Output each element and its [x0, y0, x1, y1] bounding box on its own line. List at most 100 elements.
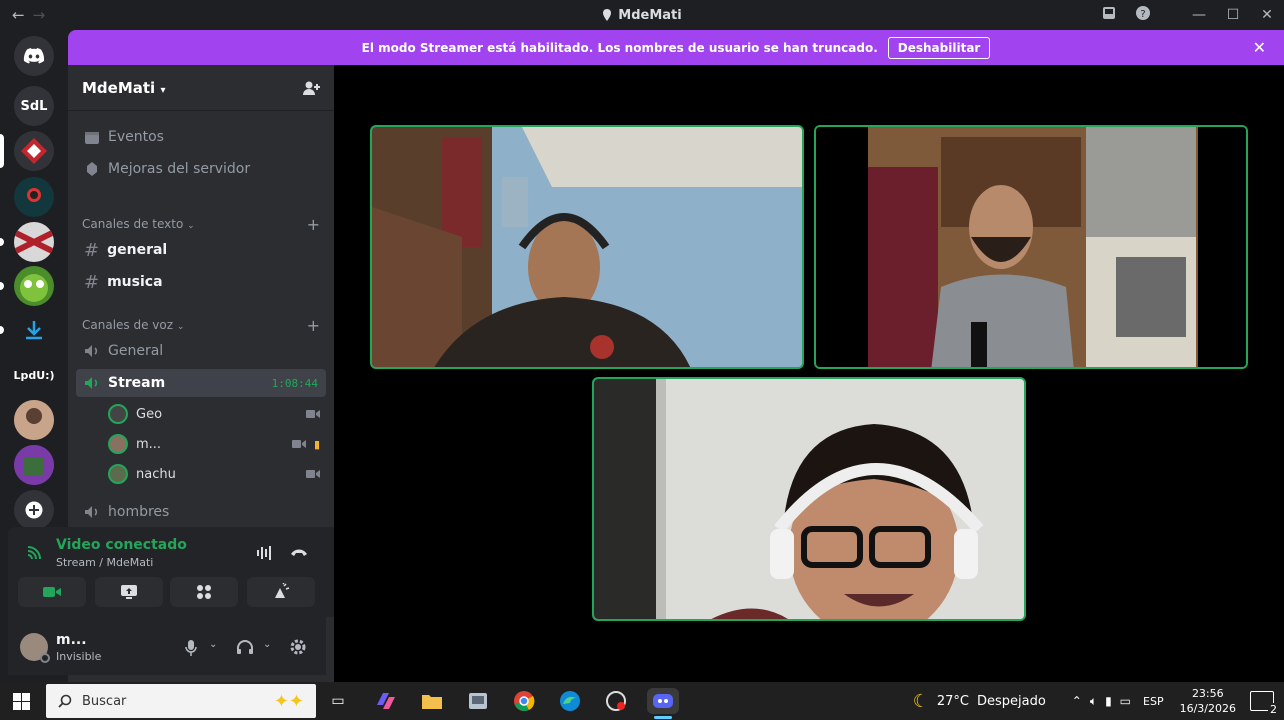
window-title: MdeMati [618, 7, 682, 23]
voice-user[interactable]: m... ▮ [108, 432, 320, 456]
soundboard-icon [275, 583, 290, 598]
invite-icon[interactable] [302, 80, 320, 96]
add-server-icon[interactable] [14, 490, 54, 530]
clock-date: 16/3/2026 [1179, 702, 1236, 715]
guild-sdl[interactable]: SdL [14, 86, 54, 126]
download-icon[interactable] [14, 310, 54, 350]
noise-suppression-icon[interactable] [256, 545, 274, 561]
events-item[interactable]: Eventos [76, 123, 326, 151]
close-window-icon[interactable]: ✕ [1250, 7, 1284, 23]
notification-icon[interactable]: 2 [1250, 691, 1279, 716]
disable-streamer-button[interactable]: Deshabilitar [887, 36, 991, 59]
volume-icon[interactable]: 🔈︎ [1090, 694, 1097, 709]
share-screen-button[interactable] [95, 577, 163, 607]
voice-user[interactable]: nachu [108, 462, 320, 486]
text-category[interactable]: Canales de texto ⌄ + [82, 215, 320, 234]
hash-icon: # [84, 239, 100, 261]
close-icon[interactable]: ✕ [1253, 38, 1266, 57]
edge-icon[interactable] [556, 688, 584, 714]
user-status: Invisible [56, 650, 102, 663]
channel-label: general [107, 242, 168, 258]
channel-general-text[interactable]: # general [76, 236, 326, 264]
weather-temp[interactable]: 27°C [937, 694, 969, 709]
chevron-down-icon: ▾ [160, 84, 166, 96]
voice-category-label: Canales de voz [82, 318, 174, 332]
sparkle-icon: ✦✦ [273, 690, 304, 712]
voice-channel-general[interactable]: General [76, 337, 326, 365]
task-view-icon[interactable]: ▭ [324, 688, 352, 714]
language-indicator[interactable]: ESP [1143, 695, 1164, 708]
text-category-label: Canales de texto [82, 217, 184, 231]
guild-lpdu[interactable]: LpdU:) [14, 355, 54, 395]
server-name: MdeMati [82, 78, 156, 97]
server-header[interactable]: MdeMati ▾ [68, 65, 334, 111]
popcorn-icon: ▮ [313, 437, 320, 451]
events-label: Eventos [108, 129, 164, 145]
user-name[interactable]: m... [56, 632, 87, 648]
voice-user[interactable]: Geo [108, 402, 320, 426]
app-icon[interactable] [464, 688, 492, 714]
voice-channel-label: General [108, 343, 164, 359]
weather-desc[interactable]: Despejado [977, 694, 1046, 709]
video-tile[interactable] [370, 125, 804, 369]
video-feed [816, 127, 1246, 367]
add-channel-icon[interactable]: + [307, 215, 320, 234]
guild-icon-2[interactable] [14, 177, 54, 217]
clock[interactable]: 23:56 16/3/2026 [1180, 686, 1236, 716]
avatar [108, 434, 128, 454]
svg-text:?: ? [1140, 9, 1145, 20]
mic-icon[interactable]: ▮ [1105, 694, 1112, 708]
guild-icon-6[interactable] [14, 445, 54, 485]
active-app-indicator [654, 716, 672, 719]
speaker-icon [85, 506, 98, 518]
taskbar-search[interactable]: Buscar ✦✦ [46, 684, 316, 718]
help-icon[interactable]: ? [1126, 5, 1160, 25]
discord-app: ← → MdeMati ? — ☐ ✕ SdL LpdU:) El modo S… [0, 0, 1284, 720]
video-tile[interactable] [592, 377, 1026, 621]
copilot-icon[interactable] [372, 688, 400, 714]
chevron-up-icon[interactable]: ⌃ [1072, 694, 1082, 708]
title-bar: ← → MdeMati ? — ☐ ✕ [0, 0, 1284, 30]
microphone-icon[interactable] [184, 639, 198, 657]
voice-channel-path[interactable]: Stream / MdeMati [56, 556, 153, 569]
maximize-icon[interactable]: ☐ [1216, 7, 1250, 23]
video-feed [594, 379, 1024, 619]
chevron-down-icon[interactable]: ⌄ [263, 639, 271, 650]
voice-status[interactable]: Video conectado [56, 537, 187, 553]
guild-icon-3[interactable] [14, 222, 54, 262]
file-explorer-icon[interactable] [418, 688, 446, 714]
guild-icon-5[interactable] [14, 400, 54, 440]
video-tile[interactable] [814, 125, 1248, 369]
back-button[interactable]: ← [12, 6, 25, 24]
moon-icon: ☾ [912, 690, 929, 712]
voice-category[interactable]: Canales de voz ⌄ + [82, 316, 320, 335]
disconnect-icon[interactable] [290, 547, 308, 557]
channel-musica-text[interactable]: # musica [76, 268, 326, 296]
guild-icon-4[interactable] [14, 266, 54, 306]
add-channel-icon[interactable]: + [307, 316, 320, 335]
server-boost-item[interactable]: Mejoras del servidor [76, 155, 326, 183]
chrome-icon[interactable] [510, 688, 538, 714]
soundboard-button[interactable] [247, 577, 315, 607]
forward-button[interactable]: → [33, 6, 46, 24]
minimize-icon[interactable]: — [1182, 7, 1216, 23]
chevron-down-icon[interactable]: ⌄ [209, 639, 217, 650]
speaker-icon [85, 377, 98, 389]
channel-label: musica [107, 274, 163, 290]
voice-channel-stream[interactable]: Stream 1:08:44 [76, 369, 326, 397]
inbox-icon[interactable] [1092, 6, 1126, 24]
voice-channel-hombres[interactable]: hombres [76, 498, 326, 526]
headphones-icon[interactable] [236, 639, 254, 655]
avatar [108, 404, 128, 424]
network-icon[interactable]: ▭ [1120, 694, 1131, 708]
voice-panel-body: Video conectado Stream / MdeMati [8, 527, 326, 617]
camera-button[interactable] [18, 577, 86, 607]
discord-home-icon[interactable] [14, 36, 54, 76]
app-icon[interactable] [602, 688, 630, 714]
video-stage [334, 65, 1284, 682]
gear-icon[interactable] [289, 638, 307, 656]
discord-taskbar-icon[interactable] [647, 688, 679, 714]
activities-button[interactable] [170, 577, 238, 607]
guild-icon-1[interactable] [14, 131, 54, 171]
windows-start-icon[interactable] [13, 693, 30, 710]
